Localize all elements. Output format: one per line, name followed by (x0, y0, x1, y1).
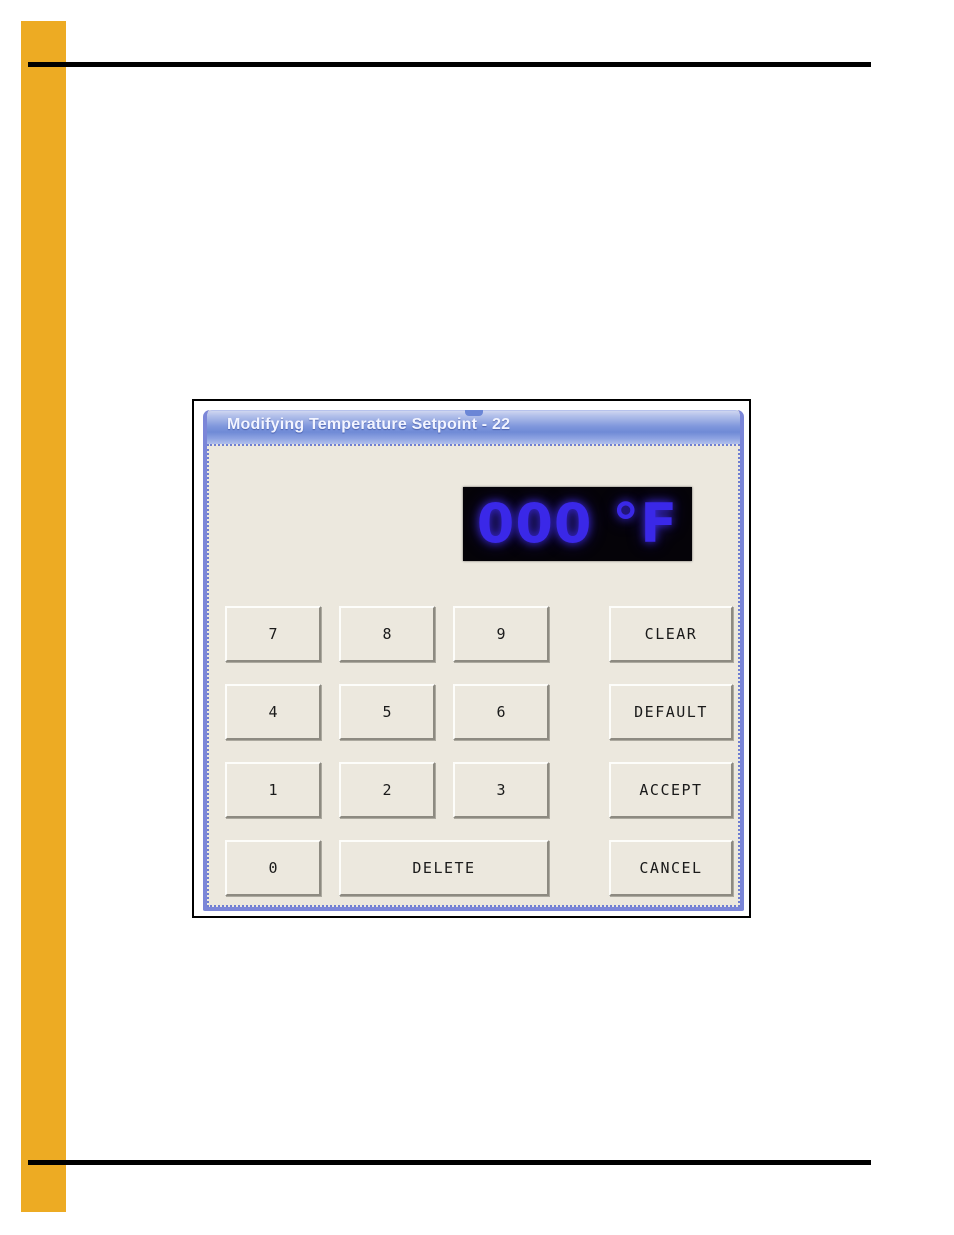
setpoint-value-display: 000 °F (463, 487, 692, 561)
dialog-client-area: 000 °F 7 8 9 CLEAR 4 5 6 DEFAULT 1 2 3 ACCEPT 0 DELET… (207, 444, 740, 907)
key-9[interactable]: 9 (453, 606, 549, 662)
default-button[interactable]: DEFAULT (609, 684, 733, 740)
page-header-rule (28, 62, 871, 67)
screenshot-frame: Modifying Temperature Setpoint - 22 000 … (192, 399, 751, 918)
delete-button[interactable]: DELETE (339, 840, 549, 896)
accept-button[interactable]: ACCEPT (609, 762, 733, 818)
key-5[interactable]: 5 (339, 684, 435, 740)
numeric-keypad: 7 8 9 CLEAR 4 5 6 DEFAULT 1 2 3 ACCEPT 0 DELETE CANCEL (225, 606, 733, 907)
page-footer-rule (28, 1160, 871, 1165)
key-1[interactable]: 1 (225, 762, 321, 818)
dialog-title: Modifying Temperature Setpoint - 22 (227, 416, 511, 433)
key-4[interactable]: 4 (225, 684, 321, 740)
dialog-titlebar: Modifying Temperature Setpoint - 22 (207, 410, 740, 445)
page-side-color-bar (21, 21, 66, 1212)
key-2[interactable]: 2 (339, 762, 435, 818)
clear-button[interactable]: CLEAR (609, 606, 733, 662)
setpoint-value-text: 000 °F (476, 492, 679, 555)
key-0[interactable]: 0 (225, 840, 321, 896)
modify-setpoint-dialog: Modifying Temperature Setpoint - 22 000 … (203, 410, 744, 911)
key-7[interactable]: 7 (225, 606, 321, 662)
cancel-button[interactable]: CANCEL (609, 840, 733, 896)
key-8[interactable]: 8 (339, 606, 435, 662)
key-6[interactable]: 6 (453, 684, 549, 740)
key-3[interactable]: 3 (453, 762, 549, 818)
